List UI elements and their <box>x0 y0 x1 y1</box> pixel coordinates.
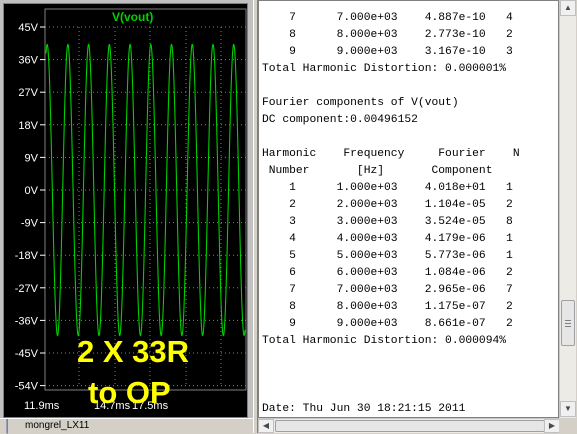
overlay-caption-line2: to OP <box>88 375 171 410</box>
log-line: 7 7.000e+03 2.965e-06 7 <box>262 284 513 296</box>
log-line: Total Harmonic Distortion: 0.000001% <box>262 63 507 75</box>
y-tick-label: -9V <box>21 218 39 230</box>
log-line: 3 3.000e+03 3.524e-05 8 <box>262 216 513 228</box>
y-tick-label: -18V <box>15 250 39 262</box>
log-line: 7 7.000e+03 4.887e-10 4 <box>262 12 513 24</box>
log-line: 5 5.000e+03 5.773e-06 1 <box>262 250 513 262</box>
trace-name-label[interactable]: V(vout) <box>112 10 153 24</box>
log-text: 7 7.000e+03 4.887e-10 4 8 8.000e+03 2.77… <box>262 10 520 417</box>
log-line: 2 2.000e+03 1.104e-05 2 <box>262 199 513 211</box>
scroll-down-arrow-icon[interactable]: ▼ <box>560 401 576 417</box>
log-pane: 7 7.000e+03 4.887e-10 4 8 8.000e+03 2.77… <box>258 0 577 433</box>
y-tick-label: 9V <box>25 152 39 164</box>
y-tick-label: 18V <box>18 120 38 132</box>
status-strip: │ mongrel_LX11 <box>0 418 253 434</box>
scrollbar-corner <box>559 418 576 433</box>
log-line: Fourier components of V(vout) <box>262 97 459 109</box>
log-line: 9 9.000e+03 3.167e-10 3 <box>262 46 513 58</box>
y-tick-label: -45V <box>15 348 39 360</box>
log-line: 1 1.000e+03 4.018e+01 1 <box>262 182 513 194</box>
log-line: 9 9.000e+03 8.661e-07 2 <box>262 318 513 330</box>
waveform-icon: │ <box>4 419 12 433</box>
vout-trace <box>45 43 246 337</box>
y-tick-label: -36V <box>15 315 39 327</box>
y-tick-label: -27V <box>15 283 39 295</box>
log-text-area[interactable]: 7 7.000e+03 4.887e-10 4 8 8.000e+03 2.77… <box>258 0 559 418</box>
log-line: Date: Thu Jun 30 18:21:15 2011 <box>262 403 466 415</box>
log-line: Total Harmonic Distortion: 0.000094% <box>262 335 507 347</box>
y-tick-label: 27V <box>18 87 38 99</box>
vertical-scrollbar[interactable]: ▲ ▼ <box>559 0 576 418</box>
scroll-right-arrow-icon[interactable]: ▶ <box>544 419 560 433</box>
scroll-left-arrow-icon[interactable]: ◀ <box>258 419 274 433</box>
y-axis: 45V 36V 27V 18V 9V 0V -9V -18V -27V -36V -45V -54V <box>15 22 45 393</box>
horizontal-scrollbar[interactable]: ◀ ▶ <box>258 418 560 433</box>
overlay-caption-line1: 2 X 33R <box>77 334 189 369</box>
y-tick-label: 0V <box>25 185 39 197</box>
waveform-pane: 45V 36V 27V 18V 9V 0V -9V -18V -27V -36V -45V -54V … <box>0 0 253 434</box>
log-line: DC component:0.00496152 <box>262 114 418 126</box>
y-tick-label: -54V <box>15 381 39 393</box>
log-line: 8 8.000e+03 2.773e-10 2 <box>262 29 513 41</box>
scroll-up-arrow-icon[interactable]: ▲ <box>560 0 576 16</box>
x-tick-label: 11.9ms <box>24 400 60 412</box>
log-line: Number [Hz] Component <box>262 165 493 177</box>
y-tick-label: 36V <box>18 55 38 67</box>
y-tick-label: 45V <box>18 22 38 34</box>
waveform-plot-svg[interactable]: 45V36V27V18V9V0V-9V-18V-27V-36V-45V-54V … <box>4 4 247 417</box>
horizontal-scroll-thumb[interactable] <box>275 420 545 432</box>
status-text: mongrel_LX11 <box>25 420 90 431</box>
log-line: 8 8.000e+03 1.175e-07 2 <box>262 301 513 313</box>
waveform-plot[interactable]: 45V 36V 27V 18V 9V 0V -9V -18V -27V -36V -45V -54V … <box>3 3 248 418</box>
log-line: 6 6.000e+03 1.084e-06 2 <box>262 267 513 279</box>
vertical-scroll-thumb[interactable] <box>561 300 575 346</box>
log-line: Harmonic Frequency Fourier N <box>262 148 520 160</box>
log-line: 4 4.000e+03 4.179e-06 1 <box>262 233 513 245</box>
